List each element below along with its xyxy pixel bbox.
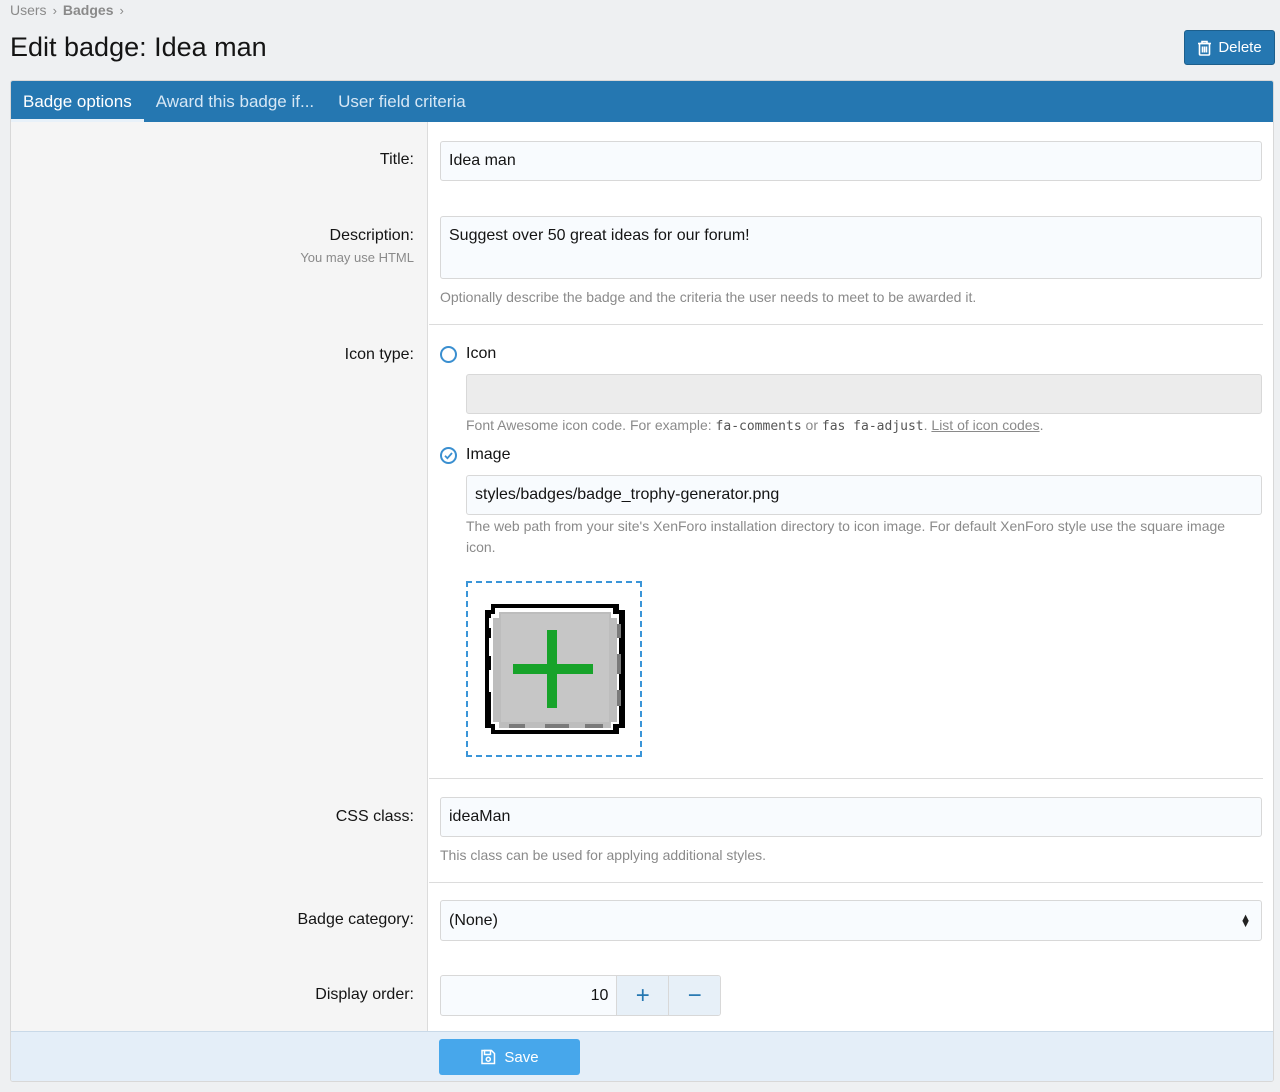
image-path-input[interactable]: styles/badges/badge_trophy-generator.png [466,475,1262,515]
icon-code-explain-or: or [801,417,822,433]
icon-code-explain: Font Awesome icon code. For example: fa-… [466,415,1043,437]
icon-code-explain-prefix: Font Awesome icon code. For example: [466,417,716,433]
radio-icon-label: Icon [466,345,497,362]
description-label: Description: [329,227,414,244]
title-label: Title: [379,151,414,168]
title-input[interactable]: Idea man [440,141,1262,181]
icon-code-example-2: fas fa-adjust [821,419,924,434]
badge-plus-image [485,604,625,734]
form-footer: Save [11,1031,1273,1081]
icon-type-radio-icon[interactable]: Icon [440,345,496,363]
radio-unchecked-icon [440,345,457,363]
css-class-explain: This class can be used for applying addi… [440,847,767,863]
delete-button[interactable]: Delete [1184,30,1275,65]
divider [429,882,1263,883]
breadcrumb-badges[interactable]: Badges [63,2,114,18]
tab-award-criteria[interactable]: Award this badge if... [144,81,326,122]
save-icon [481,1049,496,1065]
icon-code-explain-end: . [1039,417,1044,433]
chevron-right-icon: › [52,2,57,18]
radio-image-label: Image [466,446,511,463]
display-order-label: Display order: [315,986,414,1003]
decrement-button[interactable]: − [668,976,720,1015]
save-button-label: Save [504,1048,539,1066]
divider [429,324,1263,325]
divider [429,778,1263,779]
description-hint: You may use HTML [300,250,414,265]
css-class-label: CSS class: [335,808,414,825]
badge-image-preview [466,581,642,757]
icon-type-radio-image[interactable]: Image [440,446,510,464]
page-title: Edit badge: Idea man [10,32,267,62]
badge-category-label: Badge category: [297,911,414,928]
delete-button-label: Delete [1218,39,1262,56]
increment-button[interactable]: + [616,976,669,1015]
tab-user-field-criteria[interactable]: User field criteria [326,81,478,122]
badge-edit-panel: Badge options Award this badge if... Use… [10,80,1274,1082]
icon-codes-link[interactable]: List of icon codes [931,417,1039,433]
badge-category-value: (None) [449,911,498,929]
radio-checked-icon [440,446,457,464]
icon-code-example-1: fa-comments [715,419,802,434]
tab-badge-options[interactable]: Badge options [11,81,144,122]
breadcrumb-users[interactable]: Users [10,2,47,18]
image-path-explain: The web path from your site's XenForo in… [466,518,1226,555]
chevron-right-icon: › [119,2,124,18]
description-textarea[interactable]: Suggest over 50 great ideas for our foru… [440,216,1262,279]
save-button[interactable]: Save [439,1039,580,1075]
description-explain: Optionally describe the badge and the cr… [440,289,977,305]
display-order-input[interactable]: 10 [441,976,616,1015]
display-order-stepper: 10 + − [440,975,721,1016]
tab-bar: Badge options Award this badge if... Use… [11,81,1273,122]
badge-category-select[interactable]: (None) ▲ ▼ [440,900,1262,941]
css-class-input[interactable]: ideaMan [440,797,1262,837]
icon-code-input[interactable] [466,374,1262,414]
trash-icon [1198,40,1212,56]
select-caret-icon: ▲ ▼ [1240,911,1251,930]
breadcrumb: Users › Badges › [10,2,124,18]
icon-type-label: Icon type: [344,346,414,363]
